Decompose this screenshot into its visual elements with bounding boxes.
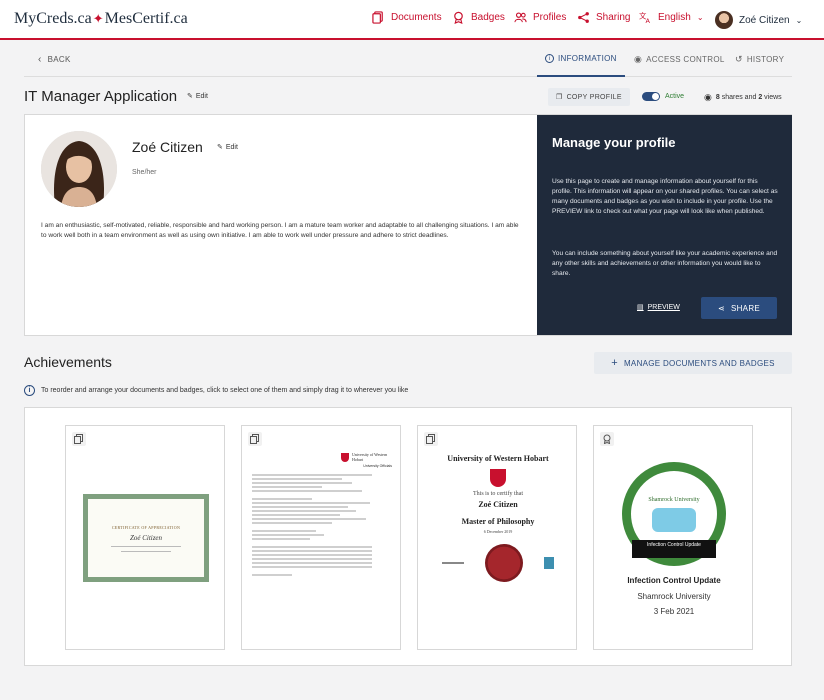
mask-icon	[652, 507, 696, 532]
manage-panel-text: You can include something about yourself…	[552, 250, 778, 277]
profile-card: Zoé Citizen ✎ Edit She/her I am an enthu…	[24, 114, 792, 336]
share-icon	[578, 12, 589, 23]
pencil-icon: ✎	[187, 93, 193, 100]
badge-issuer: Shamrock University	[637, 592, 711, 601]
manage-panel-text: Use this page to create and manage infor…	[552, 178, 778, 215]
edit-title-button[interactable]: ✎ Edit	[187, 92, 208, 101]
eye-icon: ◉	[704, 92, 712, 102]
page-title: IT Manager Application	[24, 88, 178, 105]
achievement-card[interactable]: Shamrock University Infection Control Up…	[593, 425, 753, 650]
nav-profiles[interactable]: Profiles	[514, 11, 566, 24]
user-menu[interactable]: Zoé Citizen ⌄	[715, 11, 802, 29]
document-icon	[424, 432, 438, 446]
badge-name: Infection Control Update	[627, 576, 721, 585]
achievement-card[interactable]: University of Western Hobart This is to …	[417, 425, 577, 650]
plus-icon: +	[611, 357, 618, 369]
badge-icon	[454, 11, 463, 24]
achievements-panel: CERTIFICATE OF APPRECIATION Zoé Citizen …	[24, 407, 792, 666]
svg-text:A: A	[646, 17, 651, 24]
active-toggle[interactable]	[642, 92, 660, 101]
top-navigation-bar: MyCreds.ca✦MesCertif.ca Documents Badges…	[0, 0, 824, 40]
chevron-down-icon: ⌄	[696, 13, 704, 22]
edit-profile-button[interactable]: ✎ Edit	[217, 143, 238, 152]
profile-photo	[41, 131, 117, 207]
badge-banner: Infection Control Update	[632, 540, 716, 558]
status-label: Active	[665, 93, 685, 100]
chevron-left-icon: ‹	[38, 54, 42, 65]
profile-name: Zoé Citizen	[132, 139, 203, 155]
transcript-thumbnail: University of Western Hobart University …	[252, 448, 392, 646]
tabs-divider	[24, 76, 792, 77]
back-link[interactable]: ‹ BACK	[38, 54, 71, 65]
share-icon: ⋖	[717, 303, 725, 313]
tab-information[interactable]: i INFORMATION	[545, 54, 617, 63]
manage-panel-title: Manage your profile	[552, 135, 676, 150]
nav-badges[interactable]: Badges	[452, 11, 505, 24]
tab-access-control[interactable]: ◉ ACCESS CONTROL	[634, 54, 725, 65]
nav-documents[interactable]: Documents	[372, 11, 442, 24]
info-icon: i	[24, 385, 35, 396]
copy-icon: ❐	[556, 94, 563, 101]
badge-date: 3 Feb 2021	[653, 607, 695, 616]
document-icon	[248, 432, 262, 446]
profile-bio: I am an enthusiastic, self-motivated, re…	[41, 222, 519, 239]
share-button[interactable]: ⋖ SHARE	[701, 297, 777, 319]
avatar	[715, 11, 733, 29]
tab-history[interactable]: ↺ HISTORY	[735, 54, 784, 65]
badge-icon	[600, 432, 614, 446]
preview-icon: ▤	[637, 304, 644, 311]
active-tab-indicator	[537, 75, 625, 77]
pencil-icon: ✎	[217, 144, 223, 151]
diploma-thumbnail: University of Western Hobart This is to …	[434, 446, 562, 644]
achievements-title: Achievements	[24, 354, 112, 370]
reorder-hint: i To reorder and arrange your documents …	[24, 385, 408, 396]
history-icon: ↺	[735, 54, 743, 64]
copy-profile-button[interactable]: ❐ COPY PROFILE	[548, 88, 630, 106]
manage-documents-badges-button[interactable]: + MANAGE DOCUMENTS AND BADGES	[594, 352, 792, 374]
preview-link[interactable]: ▤ PREVIEW	[637, 303, 680, 312]
maple-leaf-icon: ✦	[92, 11, 104, 26]
pronouns: She/her	[132, 169, 157, 176]
achievement-card[interactable]: University of Western Hobart University …	[241, 425, 401, 650]
document-icon	[72, 432, 86, 446]
translate-icon: 文A	[639, 11, 651, 24]
certificate-thumbnail: CERTIFICATE OF APPRECIATION Zoé Citizen	[83, 494, 209, 582]
eye-icon: ◉	[634, 54, 643, 64]
achievement-card[interactable]: CERTIFICATE OF APPRECIATION Zoé Citizen	[65, 425, 225, 650]
shares-views-count: ◉ 8 shares and 2 views	[704, 92, 782, 102]
mycreds-logo[interactable]: MyCreds.ca✦MesCertif.ca	[14, 10, 188, 28]
nav-sharing[interactable]: Sharing	[577, 11, 630, 24]
documents-icon	[372, 11, 383, 24]
chevron-down-icon: ⌄	[795, 15, 803, 25]
people-icon	[514, 12, 527, 23]
info-icon: i	[545, 54, 554, 63]
manage-profile-panel: Manage your profile Use this page to cre…	[537, 115, 792, 335]
language-selector[interactable]: 文A English ⌄	[639, 11, 704, 24]
